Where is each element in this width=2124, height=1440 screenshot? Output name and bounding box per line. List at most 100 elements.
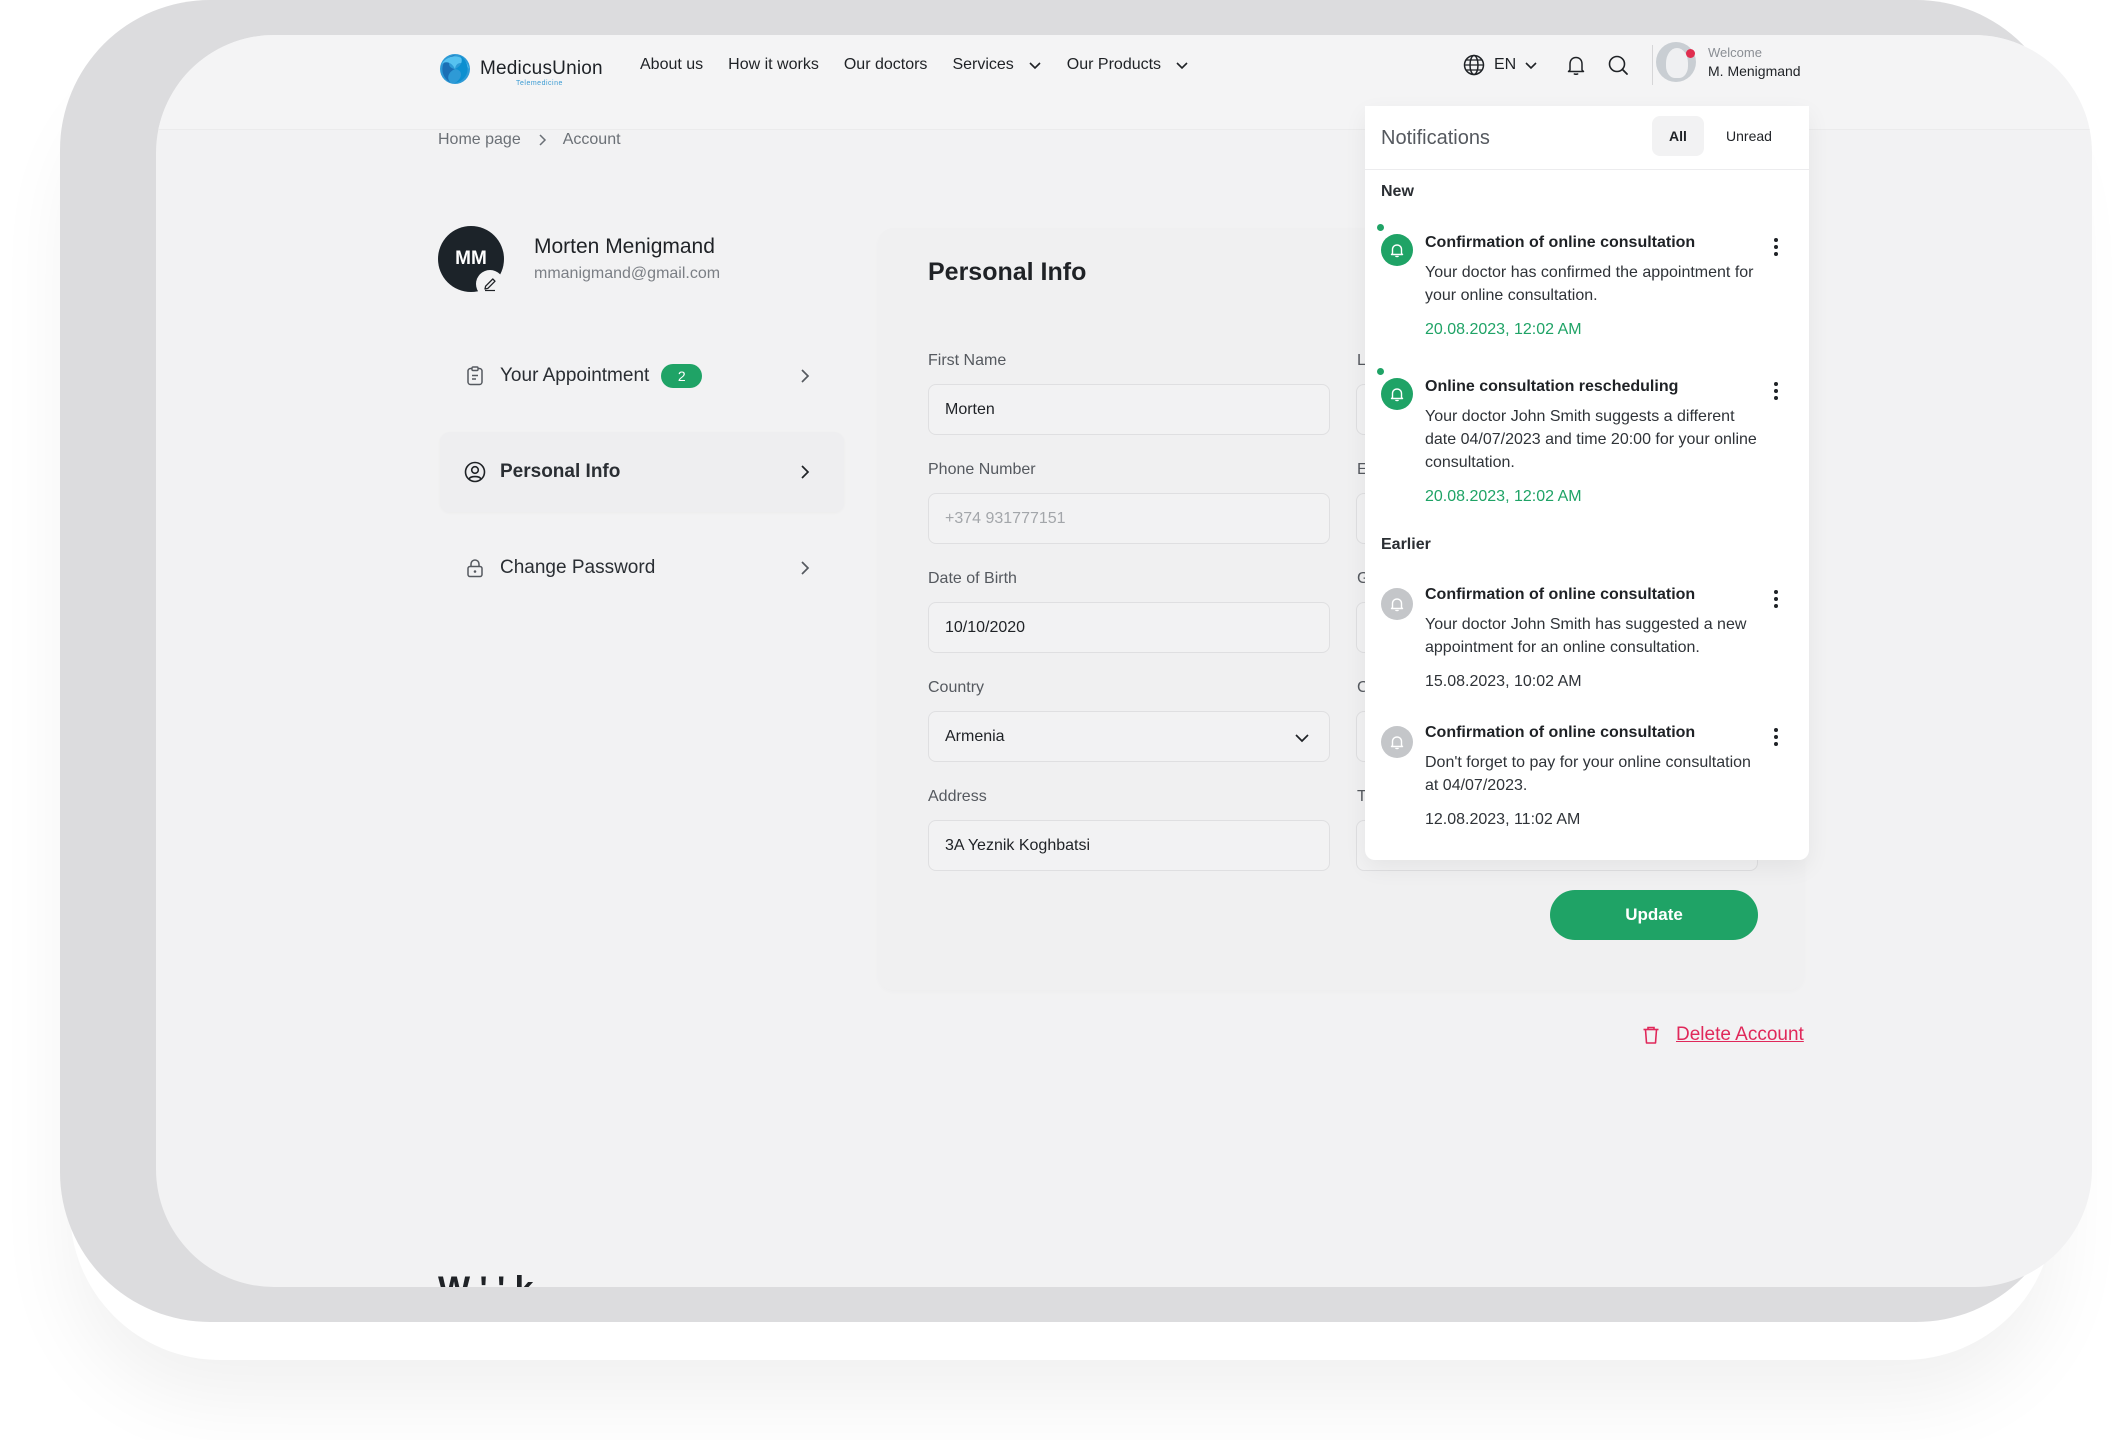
country-value: Armenia	[945, 727, 1005, 745]
profile-avatar: MM	[438, 226, 504, 298]
first-name-input[interactable]: Morten	[928, 384, 1330, 435]
nav-how-it-works[interactable]: How it works	[728, 56, 819, 74]
more-options-icon[interactable]	[1769, 726, 1783, 748]
user-circle-icon	[464, 461, 486, 483]
chevron-down-icon	[1176, 62, 1188, 70]
notification-time: 20.08.2023, 12:02 AM	[1425, 488, 1582, 505]
country-label: Country	[928, 679, 985, 696]
notification-body: Your doctor John Smith has suggested a n…	[1425, 616, 1747, 656]
brand-name: MedicusUnion	[480, 58, 603, 79]
header-divider	[1652, 45, 1654, 85]
bell-icon[interactable]	[1564, 53, 1588, 77]
notification-title: Confirmation of online consultation	[1425, 724, 1696, 741]
brand-tagline: Telemedicine	[516, 80, 563, 87]
chevron-right-icon	[801, 561, 810, 575]
globe-icon	[1463, 54, 1485, 76]
more-options-icon[interactable]	[1769, 380, 1783, 402]
nav-our-doctors[interactable]: Our doctors	[844, 56, 928, 74]
bell-icon	[1390, 598, 1404, 612]
notification-title: Online consultation rescheduling	[1425, 378, 1679, 395]
nav-label: Our Products	[1066, 56, 1162, 73]
card-title: Personal Info	[928, 258, 1087, 286]
sidebar-item-your-appointment[interactable]: Your Appointment 2	[440, 336, 844, 416]
sidebar-item-personal-info[interactable]: Personal Info	[440, 432, 844, 512]
tab-all[interactable]: All	[1652, 116, 1704, 156]
chevron-right-icon	[539, 134, 546, 146]
nav-about-us[interactable]: About us	[640, 56, 703, 74]
more-options-icon[interactable]	[1769, 236, 1783, 258]
phone-input[interactable]: +374 931777151	[928, 493, 1330, 544]
section-earlier: Earlier	[1381, 536, 1431, 553]
notification-time: 12.08.2023, 11:02 AM	[1425, 811, 1581, 828]
chevron-right-icon	[801, 369, 810, 383]
notification-body: Your doctor has confirmed the appointmen…	[1425, 264, 1754, 304]
profile-email: mmanigmand@gmail.com	[534, 265, 721, 282]
phone-label: Phone Number	[928, 461, 1036, 478]
sidebar-item-label: Your Appointment	[500, 365, 650, 386]
more-options-icon[interactable]	[1769, 588, 1783, 610]
notification-body: Your doctor John Smith suggests a differ…	[1425, 408, 1757, 471]
welcome-label: Welcome	[1708, 45, 1762, 60]
first-name-label: First Name	[928, 352, 1007, 369]
dob-input[interactable]: 10/10/2020	[928, 602, 1330, 653]
pencil-icon	[484, 278, 496, 292]
user-menu[interactable]: Welcome M. Menigmand	[1656, 42, 1801, 82]
update-button[interactable]: Update	[1550, 890, 1758, 940]
chevron-right-icon	[801, 465, 810, 479]
language-selector[interactable]: EN	[1462, 53, 1538, 77]
address-label: Address	[928, 788, 987, 805]
breadcrumb: Home page Account	[438, 131, 621, 149]
notification-time: 20.08.2023, 12:02 AM	[1425, 321, 1582, 338]
sidebar-item-label: Change Password	[500, 557, 656, 578]
logo-icon	[440, 54, 470, 84]
nav-label: About us	[640, 56, 704, 73]
lock-icon	[467, 559, 483, 578]
notification-bell-icon	[1381, 588, 1413, 620]
notification-title: Confirmation of online consultation	[1425, 586, 1696, 603]
chevron-down-icon	[1295, 734, 1309, 743]
unread-dot	[1377, 368, 1384, 375]
sidebar-item-label: Personal Info	[500, 461, 621, 482]
nav-services[interactable]: Services	[952, 56, 1041, 74]
device-frame: MedicusUnion Telemedicine About us How i…	[60, 0, 2092, 1322]
country-select[interactable]: Armenia	[928, 711, 1330, 762]
delete-account-label: Delete Account	[1676, 1024, 1804, 1045]
profile-name: Morten Menigmand	[534, 235, 715, 258]
nav-label: Services	[952, 56, 1014, 73]
nav-label: How it works	[728, 56, 819, 73]
chevron-down-icon	[1525, 62, 1537, 70]
notifications-header: Notifications All Unread	[1365, 106, 1809, 170]
appointment-count-badge: 2	[661, 364, 703, 388]
tab-unread[interactable]: Unread	[1710, 116, 1788, 156]
main-nav: About us How it works Our doctors Servic…	[640, 54, 1189, 76]
header-tools: EN	[1462, 45, 1654, 85]
breadcrumb-home[interactable]: Home page	[438, 131, 521, 149]
section-new: New	[1381, 183, 1414, 200]
notification-time: 15.08.2023, 10:02 AM	[1425, 673, 1582, 690]
notifications-title: Notifications	[1381, 127, 1490, 149]
edit-avatar-button[interactable]	[476, 270, 504, 298]
notification-bell-icon	[1381, 378, 1413, 410]
user-avatar	[1656, 42, 1696, 82]
notification-bell-icon	[1381, 234, 1413, 266]
online-status-dot	[1686, 49, 1695, 58]
search-icon[interactable]	[1606, 53, 1630, 77]
chevron-down-icon	[1029, 62, 1041, 70]
notifications-panel: Notifications All Unread New Confirmatio…	[1365, 106, 1809, 860]
address-input[interactable]: 3A Yeznik Koghbatsi	[928, 820, 1330, 871]
avatar-initials: MM	[455, 248, 487, 269]
unread-dot	[1377, 224, 1384, 231]
brand-logo[interactable]: MedicusUnion Telemedicine	[438, 52, 603, 87]
clipboard-icon	[467, 366, 483, 386]
notification-body: Don't forget to pay for your online cons…	[1425, 754, 1751, 794]
delete-account-link[interactable]: Delete Account	[1640, 1024, 1804, 1046]
breadcrumb-current: Account	[562, 131, 621, 148]
notification-title: Confirmation of online consultation	[1425, 234, 1696, 251]
dob-label: Date of Birth	[928, 570, 1017, 587]
sidebar-item-change-password[interactable]: Change Password	[440, 528, 844, 608]
nav-our-products[interactable]: Our Products	[1067, 56, 1189, 74]
language-label: EN	[1494, 56, 1517, 73]
profile-summary: MM Morten Menigmand mmanigmand@gmail.com	[438, 226, 721, 298]
bell-icon	[1390, 736, 1404, 750]
nav-label: Our doctors	[843, 56, 928, 73]
